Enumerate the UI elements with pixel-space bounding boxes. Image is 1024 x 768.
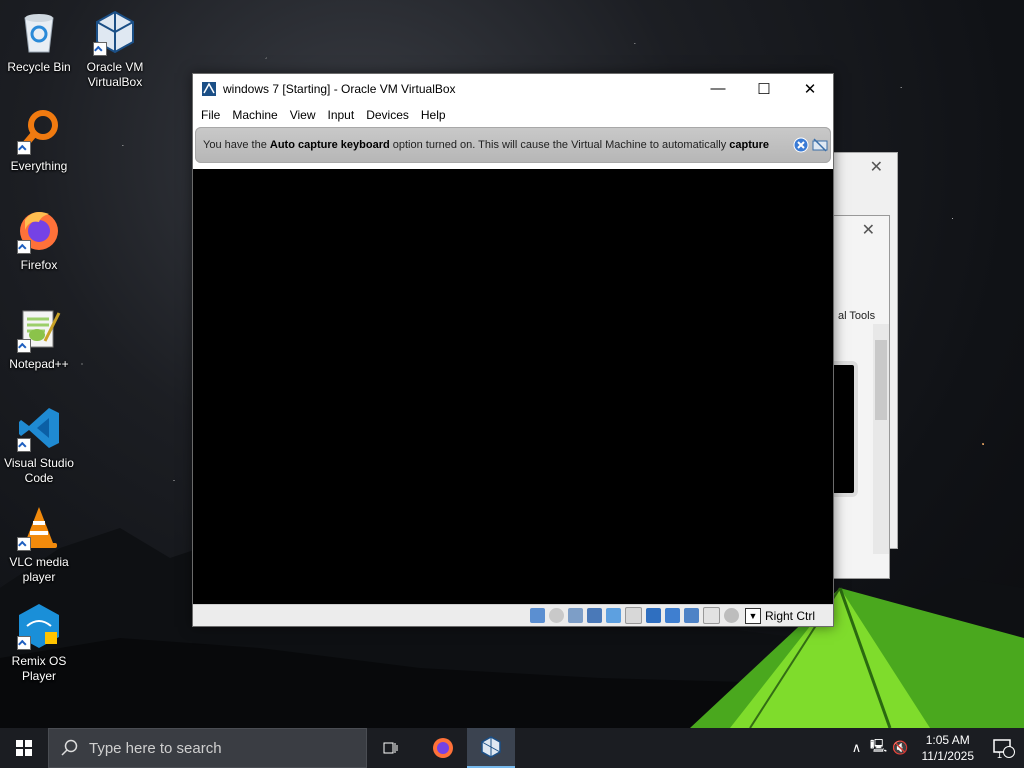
desktop-icon-recycle-bin[interactable]: Recycle Bin [0, 8, 78, 75]
mouse-integration-icon[interactable] [702, 607, 720, 624]
optical-drive-icon[interactable] [548, 608, 564, 623]
desktop-icon-label: Firefox [20, 258, 58, 272]
firefox-icon [433, 738, 453, 758]
system-tray: ∧ 🖳 🔇 1:05 AM 11/1/2025 1 [846, 728, 1024, 768]
status-bar: ▼ Right Ctrl [193, 604, 833, 626]
down-arrow-icon: ▼ [744, 607, 761, 624]
vm-preview [834, 361, 858, 497]
close-icon[interactable]: ✕ [862, 220, 875, 240]
desktop-icon-virtualbox[interactable]: Oracle VM VirtualBox [76, 8, 154, 90]
display-icon[interactable] [645, 608, 661, 623]
shortcut-arrow-icon [17, 438, 31, 452]
menu-bar: File Machine View Input Devices Help [193, 103, 833, 127]
title-bar[interactable]: windows 7 [Starting] - Oracle VM Virtual… [193, 74, 833, 103]
menu-help[interactable]: Help [415, 108, 452, 122]
volume-muted-icon[interactable]: 🔇 [890, 740, 912, 756]
maximize-button[interactable]: ☐ [741, 74, 787, 103]
menu-input[interactable]: Input [322, 108, 361, 122]
virtualbox-icon [202, 81, 216, 96]
desktop-icon-everything[interactable]: Everything [0, 107, 78, 174]
scrollbar-thumb[interactable] [875, 340, 887, 420]
background-manager-window[interactable]: ✕ al Tools [833, 215, 890, 579]
taskbar-firefox[interactable] [419, 728, 467, 768]
shortcut-arrow-icon [17, 636, 31, 650]
clock[interactable]: 1:05 AM 11/1/2025 [912, 732, 985, 764]
taskbar: Type here to search ∧ 🖳 🔇 1:05 AM 11/1/2… [0, 728, 1024, 768]
desktop-icon-label: Remix OS Player [11, 654, 67, 683]
desktop-icon-label: Notepad++ [9, 357, 69, 371]
shortcut-arrow-icon [17, 339, 31, 353]
shared-folders-icon[interactable] [624, 607, 642, 624]
notification-center-button[interactable]: 1 [984, 738, 1024, 760]
clock-date: 11/1/2025 [921, 749, 975, 763]
menu-view[interactable]: View [284, 108, 322, 122]
shortcut-arrow-icon [17, 141, 31, 155]
vm-window[interactable]: windows 7 [Starting] - Oracle VM Virtual… [192, 73, 834, 627]
desktop-icon-label: Visual Studio Code [4, 456, 74, 485]
desktop-icon-vscode[interactable]: Visual Studio Code [0, 404, 78, 486]
recycle-bin-icon [24, 14, 54, 53]
tools-label[interactable]: al Tools [838, 310, 875, 322]
shortcut-arrow-icon [17, 240, 31, 254]
desktop-icon-label: VLC media player [9, 555, 69, 584]
dont-show-again-icon[interactable] [812, 137, 828, 153]
desktop-icon-vlc[interactable]: VLC media player [0, 503, 78, 585]
notification-count: 1 [996, 750, 1002, 760]
shortcut-arrow-icon [93, 42, 107, 56]
close-button[interactable]: ✕ [787, 74, 833, 103]
desktop-icon-label: Everything [10, 159, 68, 173]
task-view-button[interactable] [367, 728, 415, 768]
taskbar-search-box[interactable]: Type here to search [48, 728, 367, 768]
menu-file[interactable]: File [195, 108, 226, 122]
virtualbox-icon [481, 736, 501, 758]
auto-capture-notice: You have the Auto capture keyboard optio… [195, 127, 831, 163]
menu-devices[interactable]: Devices [360, 108, 415, 122]
notice-message: You have the Auto capture keyboard optio… [203, 139, 770, 151]
shortcut-arrow-icon [17, 537, 31, 551]
windows-logo-icon [16, 740, 32, 756]
close-notice-icon[interactable] [793, 137, 809, 153]
desktop-icon-notepadpp[interactable]: Notepad++ [0, 305, 78, 372]
clock-time: 1:05 AM [925, 733, 970, 747]
task-view-icon [383, 742, 398, 754]
recording-icon[interactable] [664, 608, 680, 623]
window-title: windows 7 [Starting] - Oracle VM Virtual… [223, 81, 456, 96]
cpu-icon[interactable] [683, 608, 699, 623]
usb-icon[interactable] [605, 608, 621, 623]
audio-icon[interactable] [567, 608, 583, 623]
host-key-label: Right Ctrl [764, 608, 815, 623]
hard-disk-icon[interactable] [529, 608, 545, 623]
search-placeholder: Type here to search [89, 739, 222, 757]
start-button[interactable] [0, 728, 48, 768]
desktop-icon-label: Recycle Bin [7, 60, 71, 74]
host-key-indicator[interactable]: ▼ Right Ctrl [744, 607, 815, 624]
chevron-up-icon[interactable]: ∧ [846, 740, 868, 756]
network-status-icon[interactable]: 🖳 [868, 737, 890, 759]
desktop-icon-remix-os[interactable]: Remix OS Player [0, 602, 78, 684]
network-icon[interactable] [586, 608, 602, 623]
host-key-capture-icon[interactable] [723, 608, 739, 623]
menu-machine[interactable]: Machine [226, 108, 283, 122]
vm-display[interactable] [193, 169, 833, 604]
desktop-icon-label: Oracle VM VirtualBox [86, 60, 144, 89]
taskbar-virtualbox[interactable] [467, 728, 515, 768]
search-icon [61, 739, 78, 756]
minimize-button[interactable]: — [695, 74, 741, 103]
desktop-icon-firefox[interactable]: Firefox [0, 206, 78, 273]
close-icon[interactable]: ✕ [870, 157, 883, 177]
